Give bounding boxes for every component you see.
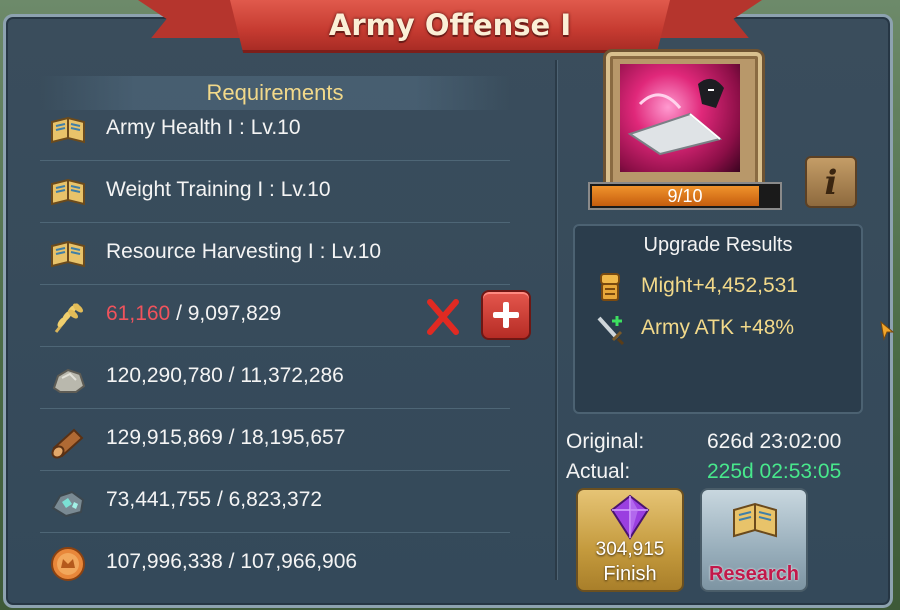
resource-need: 18,195,657	[240, 426, 346, 449]
ore-icon	[51, 490, 85, 518]
resource-have: 107,996,338	[106, 550, 223, 573]
resource-separator: /	[170, 302, 188, 325]
resource-separator: /	[222, 364, 241, 387]
gem-icon	[610, 494, 650, 540]
requirement-label: Weight Training I : Lv.10	[106, 178, 331, 201]
resource-row-stone: 120,290,780 / 11,372,286	[40, 346, 510, 409]
timber-log-icon	[51, 428, 84, 459]
might-fist-icon	[600, 273, 620, 301]
research-book-icon	[51, 116, 85, 144]
resource-amount: 129,915,869 / 18,195,657	[106, 426, 345, 450]
resource-need: 107,966,906	[240, 550, 358, 573]
army-offense-skill-icon	[620, 64, 740, 172]
finish-button-label: Finish	[603, 563, 657, 585]
research-button-label: Research	[708, 563, 800, 585]
resource-amount: 107,996,338 / 107,966,906	[106, 550, 357, 574]
original-time-value: 626d 23:02:00	[707, 430, 842, 453]
resource-need: 6,823,372	[228, 488, 323, 511]
resource-amount: 61,160 / 9,097,829	[106, 302, 281, 326]
resource-amount: 73,441,755 / 6,823,372	[106, 488, 322, 512]
research-button[interactable]: Research	[700, 488, 808, 592]
upgrade-results-title: Upgrade Results	[643, 234, 793, 256]
sword-plus-icon	[597, 316, 625, 346]
skill-portrait-frame	[606, 52, 762, 190]
original-time-label: Original:	[566, 430, 645, 453]
actual-time-value: 225d 02:53:05	[707, 460, 842, 483]
resource-have-insufficient: 61,160	[106, 302, 171, 325]
requirement-label: Resource Harvesting I : Lv.10	[106, 240, 382, 263]
resource-need: 9,097,829	[187, 302, 282, 325]
might-value: Might+4,452,531	[641, 274, 799, 297]
title-banner: Army Offense I	[230, 0, 670, 53]
resource-row-timber: 129,915,869 / 18,195,657	[40, 408, 510, 471]
resource-separator: /	[222, 550, 241, 573]
resource-amount: 120,290,780 / 11,372,286	[106, 364, 344, 388]
add-food-button[interactable]	[481, 290, 531, 340]
column-divider	[555, 60, 557, 580]
resource-have: 120,290,780	[106, 364, 223, 387]
army-atk-value: Army ATK +48%	[641, 316, 795, 339]
resource-have: 73,441,755	[106, 488, 212, 511]
food-wheat-icon	[54, 303, 83, 333]
insufficient-x-icon	[427, 299, 459, 335]
requirement-label: Army Health I : Lv.10	[106, 116, 301, 139]
finish-gem-cost: 304,915	[595, 539, 665, 560]
mouse-cursor-icon	[880, 321, 894, 341]
resource-separator: /	[211, 488, 229, 511]
requirement-row: Resource Harvesting I : Lv.10	[40, 222, 510, 285]
actual-time-label: Actual:	[566, 460, 631, 483]
finish-button[interactable]: 304,915 Finish	[576, 488, 684, 592]
page-title: Army Offense I	[328, 8, 572, 42]
resource-row-gold: 107,996,338 / 107,966,906	[40, 532, 510, 594]
requirement-row: Army Health I : Lv.10	[40, 98, 510, 161]
research-book-icon	[51, 240, 85, 268]
gold-coin-icon	[51, 547, 85, 581]
resource-have: 129,915,869	[106, 426, 223, 449]
research-book-icon	[51, 178, 85, 206]
stone-icon	[52, 368, 86, 393]
resource-row-ore: 73,441,755 / 6,823,372	[40, 470, 510, 533]
skill-level-progress: 9/10	[588, 182, 782, 210]
upgrade-results-panel: Upgrade Results Might+4,452,531 Army ATK…	[573, 224, 863, 414]
info-button[interactable]: i	[805, 156, 857, 208]
resource-need: 11,372,286	[240, 364, 344, 387]
skill-level-text: 9/10	[667, 186, 703, 206]
resource-separator: /	[222, 426, 241, 449]
research-book-icon	[733, 502, 777, 538]
requirement-row: Weight Training I : Lv.10	[40, 160, 510, 223]
